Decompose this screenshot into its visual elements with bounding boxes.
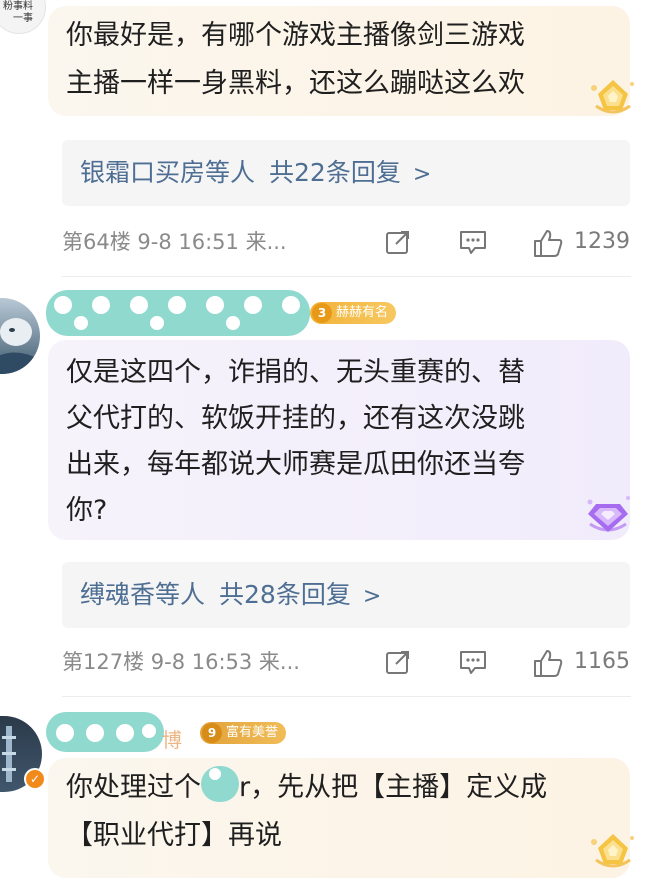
- username-tail: 博: [162, 730, 182, 750]
- text-redacted: [201, 766, 239, 802]
- comment-text: 父代打的、软饭开挂的，还有这次没跳: [66, 403, 525, 434]
- share-icon[interactable]: [384, 228, 412, 256]
- level-number: 3: [312, 303, 332, 323]
- comment-bubble[interactable]: 你处理过个 r，先从把【主播】定义成 【职业代打】再说: [48, 758, 634, 878]
- badge-title: 富有美誉: [226, 725, 279, 740]
- comment-text: 你?: [66, 495, 108, 526]
- diamond-medal-icon: [587, 496, 630, 532]
- commenter-avatar[interactable]: [0, 298, 40, 374]
- comment-bubble[interactable]: 仅是这四个，诈捐的、无头重赛的、替 父代打的、软饭开挂的，还有这次没跳 出来，每…: [48, 340, 630, 540]
- avatar-figure: [0, 318, 40, 374]
- avatar-text: 粉事料: [3, 1, 33, 12]
- comment-bubble[interactable]: 你最好是，有哪个游戏主播像剑三游戏 主播一样一身黑料，还这么蹦哒这么欢: [48, 6, 634, 116]
- comment-text: 主播一样一身黑料，还这么蹦哒这么欢: [66, 68, 525, 99]
- divider: [62, 696, 631, 697]
- like-count: 1239: [574, 229, 630, 254]
- username-visible[interactable]: 博: [62, 730, 192, 750]
- share-icon[interactable]: [384, 648, 412, 676]
- reply-count-link[interactable]: 共28条回复: [219, 580, 351, 609]
- reply-names-link[interactable]: 缚魂香等人: [80, 580, 205, 609]
- commenter-avatar[interactable]: 粉事料 一事: [0, 0, 46, 34]
- user-level-badge: 9 富有美誉: [200, 722, 287, 744]
- level-number: 9: [202, 723, 222, 743]
- like-count: 1165: [574, 649, 630, 674]
- user-level-badge: 3 赫赫有名: [310, 302, 397, 324]
- reply-names-link[interactable]: 银霜口买房等人: [80, 158, 255, 187]
- floor-timestamp: 第127楼 9-8 16:53 来...: [62, 650, 300, 674]
- gold-medal-icon: [591, 834, 634, 868]
- comment-text: 你处理过个 r，先从把【主播】定义成: [66, 764, 612, 812]
- comment-text: 【职业代打】再说: [66, 820, 282, 851]
- username-redacted[interactable]: [46, 290, 310, 336]
- comment-icon[interactable]: [458, 648, 488, 676]
- replies-summary[interactable]: 缚魂香等人 共28条回复 >: [62, 562, 630, 628]
- comment-meta: 第127楼 9-8 16:53 来... 1165: [62, 644, 630, 680]
- comment-text: 你最好是，有哪个游戏主播像剑三游戏: [66, 20, 525, 51]
- chevron-right-icon: >: [412, 162, 432, 187]
- avatar-text: 一事: [13, 13, 33, 24]
- comment-icon[interactable]: [458, 228, 488, 256]
- like-icon[interactable]: [532, 648, 564, 678]
- divider: [62, 276, 631, 277]
- gold-medal-icon: [591, 80, 634, 114]
- chevron-right-icon: >: [362, 584, 382, 609]
- comment-text: 仅是这四个，诈捐的、无头重赛的、替: [66, 357, 525, 388]
- comment-meta: 第64楼 9-8 16:51 来... 1239: [62, 224, 630, 260]
- floor-timestamp: 第64楼 9-8 16:51 来...: [62, 230, 287, 254]
- badge-title: 赫赫有名: [336, 305, 389, 320]
- comment-text: 出来，每年都说大师赛是瓜田你还当夸: [66, 449, 525, 480]
- reply-count-link[interactable]: 共22条回复: [269, 158, 401, 187]
- replies-summary[interactable]: 银霜口买房等人 共22条回复 >: [62, 140, 630, 206]
- like-icon[interactable]: [532, 228, 564, 258]
- verified-badge-icon: ✓: [24, 768, 46, 790]
